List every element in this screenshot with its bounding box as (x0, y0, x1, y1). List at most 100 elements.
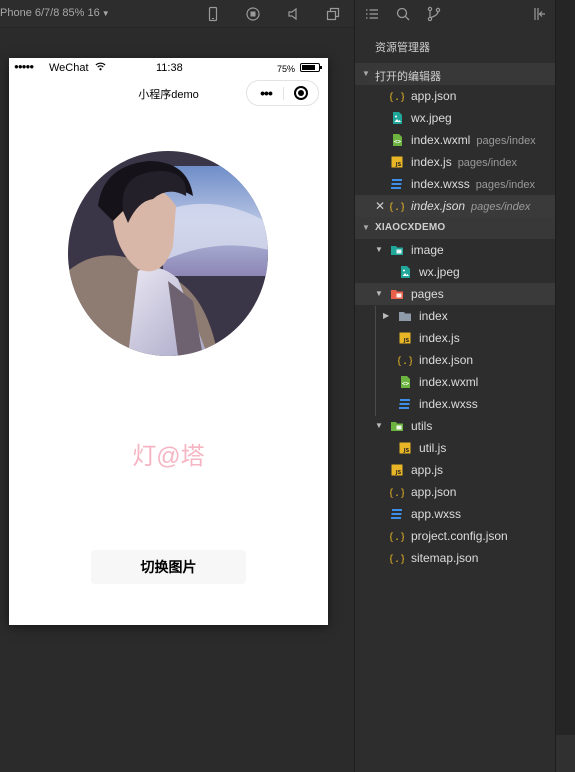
wxml-icon: <> (393, 134, 402, 146)
svg-text:{.}: {.} (390, 488, 404, 499)
project-header[interactable]: ▼ XIAOCXDEMO (355, 217, 555, 239)
open-editor-item[interactable]: JS index.js pages/index (355, 151, 555, 173)
tree-indent-guide (375, 306, 376, 416)
tree-file[interactable]: wx.jpeg (355, 261, 555, 283)
file-name: image (411, 243, 444, 257)
file-path: pages/index (471, 201, 531, 213)
chevron-down-icon[interactable]: ▼ (375, 421, 383, 430)
image-file-icon (401, 266, 410, 278)
tree-file[interactable]: {.} app.json (355, 481, 555, 503)
svg-text:JS: JS (403, 448, 410, 454)
window-icon[interactable] (325, 6, 341, 22)
capsule-divider (283, 87, 284, 100)
switch-image-button[interactable]: 切换图片 (91, 550, 246, 584)
explorer-toolbar (355, 0, 555, 28)
file-path: pages/index (457, 157, 518, 169)
tree-folder[interactable]: ▶ index (355, 305, 555, 327)
device-selector[interactable]: Phone 6/7/8 85% 16 ▼ (0, 7, 110, 19)
wifi-icon (95, 62, 106, 71)
tree-folder[interactable]: ▼ image (355, 239, 555, 261)
js-icon: JS (399, 442, 411, 454)
json-icon: {.} (390, 92, 404, 103)
stop-icon[interactable] (245, 6, 261, 22)
chevron-right-icon[interactable]: ▶ (383, 311, 389, 320)
tree-file[interactable]: app.wxss (355, 503, 555, 525)
json-icon: {.} (398, 356, 412, 367)
battery-percent: 75% (277, 64, 296, 74)
status-bar: ●●●●● WeChat 11:38 75% (9, 58, 328, 78)
file-name: wx.jpeg (411, 111, 452, 125)
pages-folder-icon (391, 290, 403, 299)
editor-strip (555, 0, 575, 772)
open-editor-item[interactable]: {.} app.json (355, 85, 555, 107)
tree-file[interactable]: JS util.js (355, 437, 555, 459)
device-label: Phone 6/7/8 85% 16 (0, 7, 100, 19)
close-miniprogram-icon[interactable] (294, 86, 308, 100)
open-editor-item[interactable]: <> index.wxml pages/index (355, 129, 555, 151)
file-name: index.json (419, 353, 474, 367)
tree-folder[interactable]: ▼ pages (355, 283, 555, 305)
json-icon: {.} (390, 202, 404, 213)
tree-file[interactable]: index.wxss (355, 393, 555, 415)
tree-file[interactable]: JS index.js (355, 327, 555, 349)
open-editor-item[interactable]: index.wxss pages/index (355, 173, 555, 195)
file-name: index.wxml (419, 375, 479, 389)
tree-file[interactable]: {.} project.config.json (355, 525, 555, 547)
tree-file[interactable]: {.} index.json (355, 349, 555, 371)
tree-file[interactable]: JS app.js (355, 459, 555, 481)
phone-screen: ●●●●● WeChat 11:38 75% 小程序demo ••• 灯@塔 切… (9, 58, 328, 625)
file-name: util.js (419, 441, 447, 455)
phone-icon[interactable] (205, 6, 221, 22)
file-path: pages/index (475, 179, 536, 191)
file-name: index.js (411, 155, 452, 169)
wxss-icon (391, 509, 402, 519)
file-name: index.wxss (411, 177, 470, 191)
open-editor-item[interactable]: wx.jpeg (355, 107, 555, 129)
svg-text:JS: JS (403, 338, 410, 344)
collapse-panel-icon[interactable] (532, 6, 548, 22)
svg-text:{.}: {.} (390, 202, 404, 213)
tree-folder[interactable]: ▼ utils (355, 415, 555, 437)
open-editors-header[interactable]: ▼ 打开的编辑器 (355, 63, 555, 85)
chevron-down-icon: ▼ (362, 223, 370, 232)
svg-text:{.}: {.} (390, 532, 404, 543)
folder-icon (399, 312, 411, 321)
search-icon[interactable] (395, 6, 411, 22)
chevron-down-icon[interactable]: ▼ (375, 245, 383, 254)
file-name: sitemap.json (411, 551, 479, 565)
file-name: app.json (411, 485, 457, 499)
js-icon: JS (391, 464, 403, 476)
file-name: index.wxml (411, 133, 471, 147)
json-icon: {.} (390, 488, 404, 499)
brand-text: 灯@塔 (132, 443, 205, 470)
utils-folder-icon (391, 422, 403, 431)
file-path: pages/index (476, 135, 536, 147)
svg-text:<>: <> (402, 381, 410, 388)
tree-file[interactable]: <> index.wxml (355, 371, 555, 393)
close-icon[interactable]: ✕ (375, 199, 385, 213)
avatar-image (68, 151, 268, 356)
scrollbar[interactable] (556, 735, 575, 772)
file-name: wx.jpeg (419, 265, 460, 279)
more-icon[interactable]: ••• (255, 85, 277, 101)
svg-text:JS: JS (395, 162, 402, 168)
svg-text:<>: <> (394, 139, 402, 146)
svg-text:{.}: {.} (390, 554, 404, 565)
navigation-bar: 小程序demo ••• (9, 78, 328, 110)
js-icon: JS (399, 332, 411, 344)
file-name: pages (411, 287, 444, 301)
carrier-label: WeChat (49, 62, 89, 74)
open-editor-item[interactable]: ✕ {.} index.json pages/index (355, 195, 555, 217)
volume-icon[interactable] (285, 6, 301, 22)
file-name: index.js (419, 331, 460, 345)
source-control-icon[interactable] (426, 6, 442, 22)
image-folder-icon (391, 246, 403, 255)
battery-icon (300, 63, 322, 72)
wxss-icon (391, 179, 402, 189)
file-name: index.json (411, 199, 466, 213)
list-icon[interactable] (364, 6, 380, 22)
file-name: project.config.json (411, 529, 508, 543)
tree-file[interactable]: {.} sitemap.json (355, 547, 555, 569)
file-name: app.js (411, 463, 444, 477)
chevron-down-icon[interactable]: ▼ (375, 289, 383, 298)
